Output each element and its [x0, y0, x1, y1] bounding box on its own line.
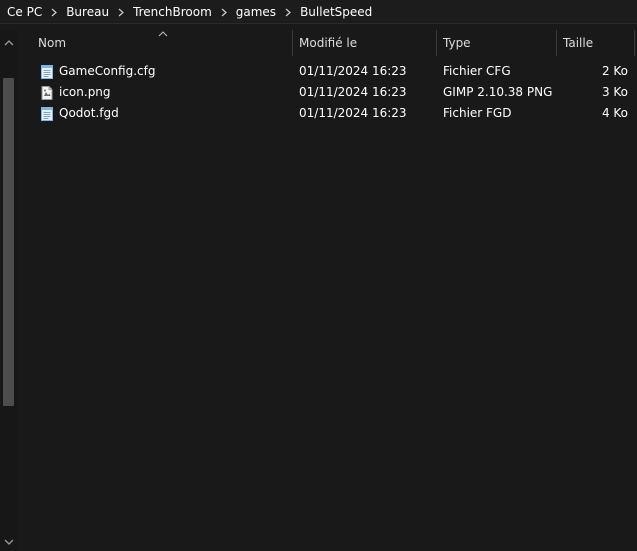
chevron-right-icon[interactable] [276, 5, 300, 19]
table-row[interactable]: GameConfig.cfg 01/11/2024 16:23 Fichier … [26, 61, 637, 82]
file-modified: 01/11/2024 16:23 [299, 85, 407, 99]
column-header-type[interactable]: Type [437, 30, 556, 56]
image-file-icon [40, 85, 54, 101]
chevron-up-icon[interactable] [4, 36, 14, 46]
file-explorer-window: Ce PC Bureau TrenchBroom games BulletSpe… [0, 0, 637, 551]
column-header-size[interactable]: Taille [557, 30, 637, 56]
text-file-icon [40, 106, 54, 122]
file-name: icon.png [59, 85, 111, 99]
breadcrumb-item-trenchbroom[interactable]: TrenchBroom [133, 5, 212, 19]
column-divider[interactable] [634, 30, 635, 56]
file-list: GameConfig.cfg 01/11/2024 16:23 Fichier … [26, 61, 637, 124]
file-name: GameConfig.cfg [59, 64, 156, 78]
table-row[interactable]: Qodot.fgd 01/11/2024 16:23 Fichier FGD 4… [26, 103, 637, 124]
text-file-icon [40, 64, 54, 80]
file-size: 4 Ko [601, 106, 628, 120]
vertical-scrollbar[interactable] [0, 30, 18, 551]
file-type: GIMP 2.10.38 PNG [443, 85, 553, 99]
file-name-cell[interactable]: GameConfig.cfg [40, 61, 155, 82]
breadcrumb: Ce PC Bureau TrenchBroom games BulletSpe… [0, 0, 637, 24]
file-modified: 01/11/2024 16:23 [299, 64, 407, 78]
chevron-right-icon[interactable] [42, 5, 66, 19]
chevron-right-icon[interactable] [212, 5, 236, 19]
file-size: 2 Ko [601, 64, 628, 78]
breadcrumb-item-ce-pc[interactable]: Ce PC [7, 5, 42, 19]
file-name-cell[interactable]: Qodot.fgd [40, 103, 119, 124]
column-header-modified[interactable]: Modifié le [293, 30, 436, 56]
breadcrumb-item-games[interactable]: games [236, 5, 276, 19]
file-name-cell[interactable]: icon.png [40, 82, 111, 103]
table-row[interactable]: icon.png 01/11/2024 16:23 GIMP 2.10.38 P… [26, 82, 637, 103]
file-modified: 01/11/2024 16:23 [299, 106, 407, 120]
chevron-down-icon[interactable] [4, 535, 14, 545]
file-size: 3 Ko [601, 85, 628, 99]
column-header-name[interactable]: Nom [32, 30, 292, 56]
column-header-row: Nom Modifié le Type Taille [26, 30, 637, 56]
file-name: Qodot.fgd [59, 106, 119, 120]
file-type: Fichier FGD [443, 106, 512, 120]
scrollbar-thumb[interactable] [3, 78, 14, 406]
breadcrumb-item-bureau[interactable]: Bureau [66, 5, 109, 19]
chevron-right-icon[interactable] [109, 5, 133, 19]
file-type: Fichier CFG [443, 64, 511, 78]
breadcrumb-item-bulletspeed[interactable]: BulletSpeed [300, 5, 372, 19]
